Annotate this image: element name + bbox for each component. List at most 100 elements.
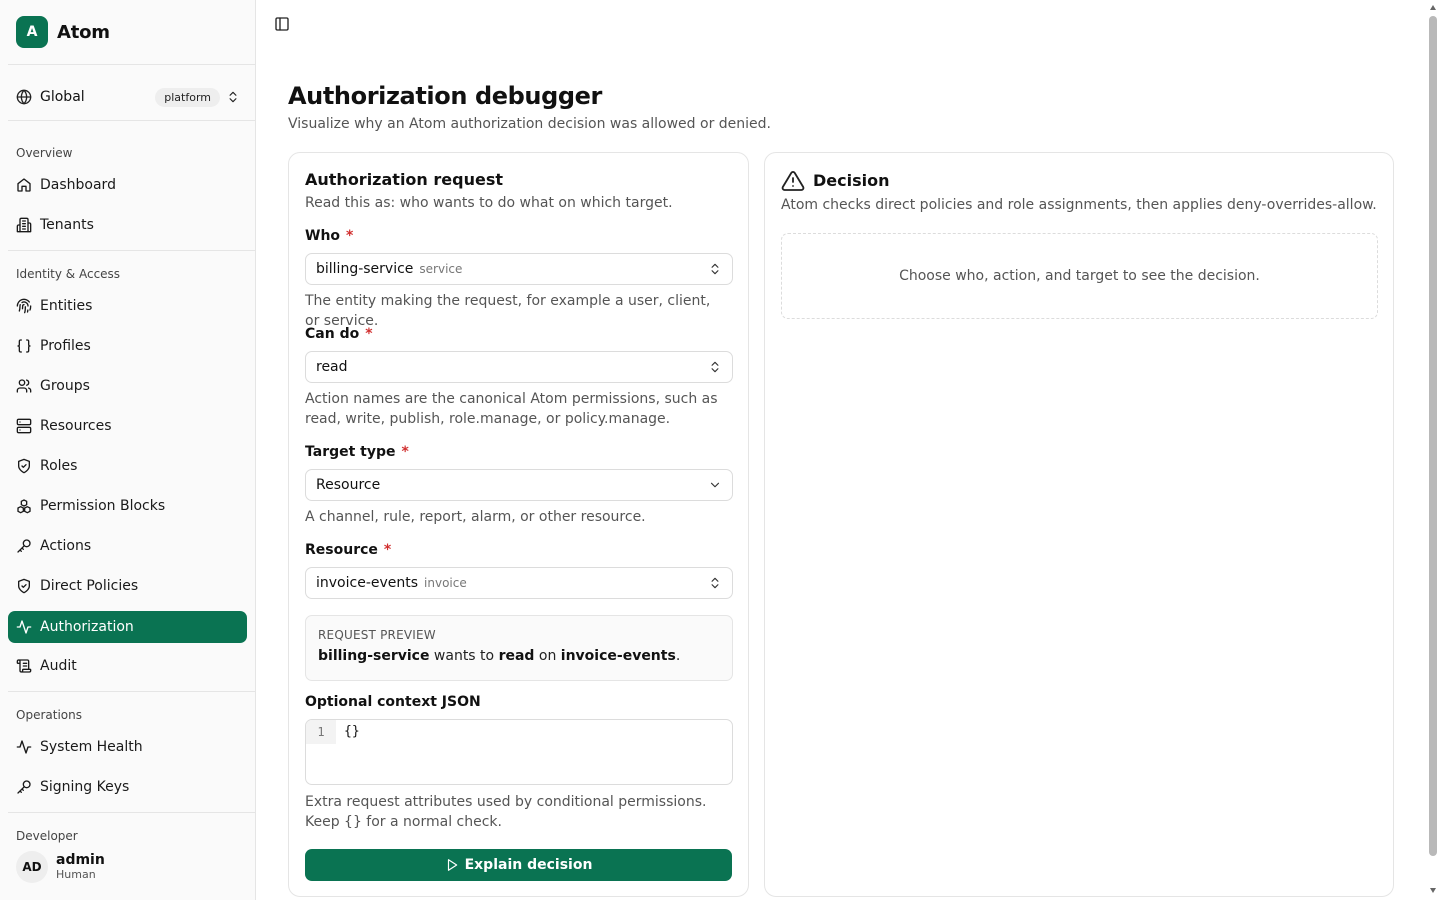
building-icon bbox=[16, 217, 32, 233]
home-icon bbox=[17, 178, 31, 192]
globe-icon bbox=[16, 89, 32, 105]
page-title: Authorization debugger bbox=[288, 82, 602, 110]
target-type-value: Resource bbox=[316, 477, 381, 493]
action-value: read bbox=[316, 359, 348, 375]
sidebar-item-roles[interactable]: Roles bbox=[8, 450, 247, 482]
user-name: admin bbox=[56, 852, 105, 868]
nav-heading-developer: Developer bbox=[16, 829, 78, 843]
decision-empty-state: Choose who, action, and target to see th… bbox=[781, 233, 1378, 319]
sidebar-item-groups[interactable]: Groups bbox=[8, 370, 247, 402]
divider bbox=[8, 64, 255, 65]
sidebar-item-direct-policies[interactable]: Direct Policies bbox=[8, 570, 247, 602]
resource-value: invoice-events bbox=[316, 575, 419, 591]
explain-decision-button[interactable]: Explain decision bbox=[305, 849, 732, 881]
card-title: Decision bbox=[813, 171, 890, 190]
user-role: Human bbox=[56, 868, 96, 881]
sidebar-item-label: Audit bbox=[40, 658, 77, 674]
divider bbox=[8, 691, 255, 692]
request-preview: REQUEST PREVIEW billing-service wants to… bbox=[305, 615, 733, 681]
sidebar-item-label: Authorization bbox=[40, 619, 134, 635]
target-type-select[interactable]: Resource bbox=[305, 469, 733, 501]
can-do-label: Can do * bbox=[305, 326, 373, 342]
alert-triangle-icon bbox=[781, 171, 805, 191]
sidebar: A Atom Global platform Overview Dashboar… bbox=[0, 0, 256, 900]
sidebar-item-label: System Health bbox=[40, 739, 143, 755]
activity-icon bbox=[16, 740, 32, 754]
divider bbox=[8, 812, 255, 813]
action-select[interactable]: read bbox=[305, 351, 733, 383]
shield-check-icon bbox=[18, 458, 30, 474]
boxes-icon bbox=[17, 499, 31, 514]
line-number: 1 bbox=[306, 720, 336, 744]
server-icon bbox=[16, 418, 32, 434]
code-line: {} bbox=[344, 724, 360, 739]
sidebar-item-resources[interactable]: Resources bbox=[8, 410, 247, 442]
context-label: Optional context JSON bbox=[305, 694, 481, 710]
scope-switcher[interactable]: Global platform bbox=[16, 86, 240, 108]
scrollbar-thumb[interactable] bbox=[1429, 16, 1437, 856]
sidebar-item-label: Tenants bbox=[40, 217, 94, 233]
key-icon bbox=[17, 780, 31, 794]
resource-label: Resource * bbox=[305, 542, 392, 558]
sidebar-item-dashboard[interactable]: Dashboard bbox=[8, 169, 247, 201]
chevrons-up-down-icon bbox=[711, 263, 719, 275]
sidebar-item-signing-keys[interactable]: Signing Keys bbox=[8, 771, 247, 803]
sidebar-item-entities[interactable]: Entities bbox=[8, 290, 247, 322]
sidebar-item-label: Dashboard bbox=[40, 177, 116, 193]
sidebar-item-authorization[interactable]: Authorization bbox=[8, 611, 247, 643]
brand-name: Atom bbox=[57, 21, 110, 43]
sidebar-item-label: Groups bbox=[40, 378, 90, 394]
user-menu[interactable]: AD admin Human bbox=[16, 849, 248, 885]
sidebar-toggle-icon[interactable] bbox=[274, 16, 290, 32]
action-help: Action names are the canonical Atom perm… bbox=[305, 391, 718, 427]
sidebar-item-tenants[interactable]: Tenants bbox=[8, 209, 247, 241]
brand[interactable]: A Atom bbox=[16, 16, 110, 48]
decision-card: Decision Atom checks direct policies and… bbox=[764, 152, 1394, 897]
who-value: billing-service bbox=[316, 261, 414, 277]
target-type-label: Target type * bbox=[305, 444, 409, 460]
sidebar-item-permission-blocks[interactable]: Permission Blocks bbox=[8, 490, 247, 522]
page-scrollbar[interactable] bbox=[1426, 0, 1440, 900]
sidebar-item-audit[interactable]: Audit bbox=[8, 650, 247, 682]
play-icon bbox=[447, 859, 457, 871]
shield-check-icon bbox=[18, 578, 30, 594]
sidebar-item-label: Signing Keys bbox=[40, 779, 130, 795]
scope-label: Global bbox=[40, 89, 85, 105]
scroll-down-arrow-icon[interactable] bbox=[1429, 886, 1437, 894]
context-json-editor[interactable]: 1 {} bbox=[305, 719, 733, 785]
sidebar-item-label: Profiles bbox=[40, 338, 91, 354]
context-help: Extra request attributes used by conditi… bbox=[305, 794, 707, 830]
authorization-request-card: Authorization request Read this as: who … bbox=[288, 152, 749, 897]
page-subtitle: Visualize why an Atom authorization deci… bbox=[288, 116, 771, 132]
sidebar-item-label: Resources bbox=[40, 418, 112, 434]
sidebar-item-label: Actions bbox=[40, 538, 92, 554]
nav-heading-identity: Identity & Access bbox=[16, 267, 121, 281]
sidebar-item-label: Entities bbox=[40, 298, 93, 314]
braces-icon bbox=[17, 339, 31, 353]
divider bbox=[8, 120, 255, 121]
who-type-tag: service bbox=[419, 262, 463, 276]
target-type-help: A channel, rule, report, alarm, or other… bbox=[305, 509, 646, 525]
request-preview-sentence: billing-service wants to read on invoice… bbox=[318, 648, 681, 664]
scroll-icon bbox=[16, 659, 32, 673]
divider bbox=[8, 250, 255, 251]
who-select[interactable]: billing-service service bbox=[305, 253, 733, 285]
sidebar-item-system-health[interactable]: System Health bbox=[8, 731, 247, 763]
button-label: Explain decision bbox=[464, 857, 593, 873]
users-icon bbox=[16, 379, 32, 393]
fingerprint-icon bbox=[16, 298, 32, 314]
chevron-down-icon bbox=[710, 482, 720, 488]
card-description: Atom checks direct policies and role ass… bbox=[781, 197, 1377, 213]
sidebar-item-label: Permission Blocks bbox=[40, 498, 166, 514]
who-label: Who * bbox=[305, 228, 354, 244]
resource-select[interactable]: invoice-events invoice bbox=[305, 567, 733, 599]
activity-icon bbox=[16, 620, 32, 634]
sidebar-item-label: Direct Policies bbox=[40, 578, 139, 594]
sidebar-item-actions[interactable]: Actions bbox=[8, 530, 247, 562]
chevrons-up-down-icon bbox=[711, 361, 719, 373]
sidebar-item-profiles[interactable]: Profiles bbox=[8, 330, 247, 362]
chevrons-up-down-icon bbox=[711, 577, 719, 589]
card-title: Authorization request bbox=[305, 170, 503, 189]
scroll-up-arrow-icon[interactable] bbox=[1429, 4, 1437, 12]
who-help: The entity making the request, for examp… bbox=[305, 293, 711, 329]
